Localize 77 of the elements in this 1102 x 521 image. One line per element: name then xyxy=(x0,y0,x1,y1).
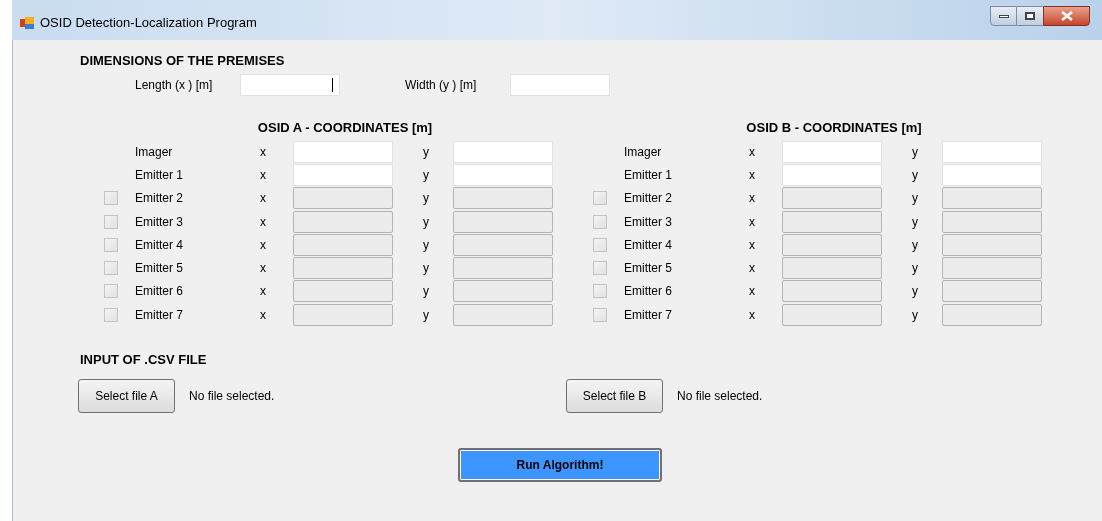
maximize-button[interactable] xyxy=(1017,6,1043,26)
axis-label: x xyxy=(749,190,756,208)
axis-label: x xyxy=(749,213,756,231)
file-status: No file selected. xyxy=(189,388,275,406)
close-icon xyxy=(1060,11,1073,21)
text-field[interactable] xyxy=(942,187,1042,210)
axis-label: x xyxy=(749,143,756,161)
axis-label: x xyxy=(260,236,267,254)
text-field[interactable] xyxy=(942,210,1042,233)
text-field[interactable] xyxy=(453,280,553,303)
axis-label: y xyxy=(912,236,919,254)
axis-label: x xyxy=(260,283,267,301)
axis-label: y xyxy=(912,143,919,161)
section-heading: DIMENSIONS OF THE PREMISES xyxy=(80,53,285,68)
axis-label: y xyxy=(423,306,430,324)
row-label: Emitter 5 xyxy=(135,260,184,278)
axis-label: y xyxy=(912,283,919,301)
row-label: Emitter 4 xyxy=(135,236,184,254)
run-algorithm-button[interactable]: Run Algorithm! xyxy=(458,448,662,483)
row-label: Imager xyxy=(135,143,174,161)
text-field[interactable] xyxy=(942,257,1042,280)
axis-label: y xyxy=(423,213,430,231)
row-label: Emitter 6 xyxy=(135,283,184,301)
field-label: Length (x ) [m] xyxy=(135,77,214,94)
axis-label: x xyxy=(749,166,756,184)
axis-label: y xyxy=(912,260,919,278)
window-title: OSID Detection-Localization Program xyxy=(40,14,257,33)
axis-label: y xyxy=(423,260,430,278)
section-heading: OSID A - COORDINATES [m] xyxy=(257,119,433,137)
text-field[interactable] xyxy=(942,303,1042,326)
axis-label: y xyxy=(423,236,430,254)
minimize-button[interactable] xyxy=(990,6,1017,26)
axis-label: x xyxy=(749,306,756,324)
axis-label: x xyxy=(260,213,267,231)
app-icon xyxy=(20,17,34,29)
select-file-button[interactable]: Select file B xyxy=(566,379,663,414)
file-status: No file selected. xyxy=(677,388,763,406)
axis-label: y xyxy=(912,190,919,208)
axis-label: x xyxy=(260,260,267,278)
text-field[interactable] xyxy=(942,233,1042,256)
axis-label: x xyxy=(260,190,267,208)
row-label: Emitter 6 xyxy=(624,283,673,301)
select-file-button[interactable]: Select file A xyxy=(78,379,175,414)
axis-label: x xyxy=(749,283,756,301)
text-field[interactable] xyxy=(453,187,553,210)
row-label: Emitter 3 xyxy=(624,213,673,231)
text-field[interactable] xyxy=(453,233,553,256)
row-label: Emitter 2 xyxy=(624,190,673,208)
section-heading: OSID B - COORDINATES [m] xyxy=(746,119,922,137)
text-field[interactable] xyxy=(453,210,553,233)
axis-label: y xyxy=(423,143,430,161)
section-heading: INPUT OF .CSV FILE xyxy=(80,352,207,368)
row-label: Emitter 4 xyxy=(624,236,673,254)
row-label: Emitter 3 xyxy=(135,213,184,231)
row-label: Emitter 1 xyxy=(624,166,673,184)
axis-label: y xyxy=(912,213,919,231)
row-label: Emitter 1 xyxy=(135,166,184,184)
field-label: Width (y ) [m] xyxy=(405,77,478,94)
row-label: Emitter 5 xyxy=(624,260,673,278)
axis-label: y xyxy=(912,306,919,324)
axis-label: x xyxy=(260,166,267,184)
close-button[interactable] xyxy=(1043,6,1090,26)
text-field[interactable] xyxy=(453,303,553,326)
axis-label: x xyxy=(260,143,267,161)
axis-label: x xyxy=(260,306,267,324)
axis-label: y xyxy=(912,166,919,184)
axis-label: y xyxy=(423,190,430,208)
axis-label: x xyxy=(749,260,756,278)
row-label: Imager xyxy=(624,143,663,161)
axis-label: y xyxy=(423,166,430,184)
axis-label: y xyxy=(423,283,430,301)
row-label: Emitter 7 xyxy=(135,306,184,324)
axis-label: x xyxy=(749,236,756,254)
row-label: Emitter 7 xyxy=(624,306,673,324)
row-label: Emitter 2 xyxy=(135,190,184,208)
text-field[interactable] xyxy=(942,280,1042,303)
text-field[interactable] xyxy=(453,257,553,280)
